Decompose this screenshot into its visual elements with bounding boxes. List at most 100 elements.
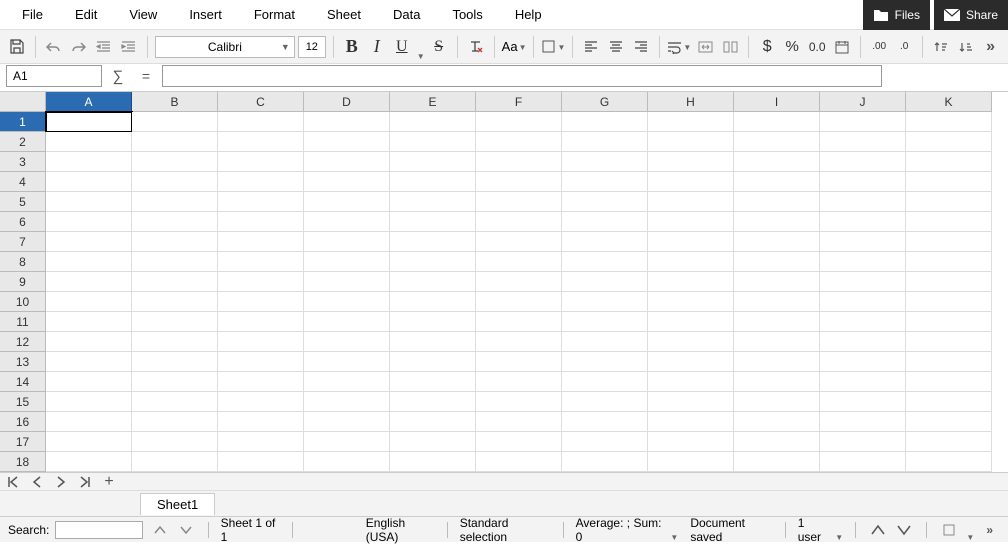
cell-G13[interactable] [562,352,648,372]
save-button[interactable] [6,36,28,58]
cell-B5[interactable] [132,192,218,212]
cell-A11[interactable] [46,312,132,332]
cell-I7[interactable] [734,232,820,252]
cell-C14[interactable] [218,372,304,392]
align-right-button[interactable] [630,36,652,58]
menu-view[interactable]: View [113,0,173,29]
formula-input[interactable] [162,65,882,87]
cell-A7[interactable] [46,232,132,252]
cell-F11[interactable] [476,312,562,332]
cell-C13[interactable] [218,352,304,372]
cell-F2[interactable] [476,132,562,152]
cell-G5[interactable] [562,192,648,212]
menu-format[interactable]: Format [238,0,311,29]
cell-E1[interactable] [390,112,476,132]
cell-E10[interactable] [390,292,476,312]
column-header-K[interactable]: K [906,92,992,112]
row-header-2[interactable]: 2 [0,132,46,152]
selection-mode[interactable]: Standard selection [460,516,551,544]
first-sheet-button[interactable] [4,474,22,490]
cell-E12[interactable] [390,332,476,352]
cell-G8[interactable] [562,252,648,272]
cell-F8[interactable] [476,252,562,272]
increase-indent-button[interactable] [118,36,140,58]
cell-G7[interactable] [562,232,648,252]
cell-H7[interactable] [648,232,734,252]
cell-D5[interactable] [304,192,390,212]
row-header-10[interactable]: 10 [0,292,46,312]
collapse-down-button[interactable] [894,519,914,541]
row-header-4[interactable]: 4 [0,172,46,192]
sort-asc-button[interactable] [930,36,952,58]
cell-E6[interactable] [390,212,476,232]
cell-G14[interactable] [562,372,648,392]
cell-K5[interactable] [906,192,992,212]
unmerge-cells-button[interactable] [719,36,741,58]
cell-A10[interactable] [46,292,132,312]
cell-G18[interactable] [562,452,648,472]
font-name-select[interactable]: Calibri ▼ [155,36,295,58]
undo-button[interactable] [43,36,65,58]
cell-E4[interactable] [390,172,476,192]
cell-E5[interactable] [390,192,476,212]
cell-E9[interactable] [390,272,476,292]
cell-I4[interactable] [734,172,820,192]
cell-A6[interactable] [46,212,132,232]
cell-H10[interactable] [648,292,734,312]
cell-B6[interactable] [132,212,218,232]
background-color-button[interactable]: ▼ [541,39,565,54]
row-header-1[interactable]: 1 [0,112,46,132]
cell-G17[interactable] [562,432,648,452]
cell-K16[interactable] [906,412,992,432]
cell-H17[interactable] [648,432,734,452]
cell-E15[interactable] [390,392,476,412]
cell-G3[interactable] [562,152,648,172]
cell-J2[interactable] [820,132,906,152]
cell-B16[interactable] [132,412,218,432]
cell-A1[interactable] [46,112,132,132]
chevron-down-icon[interactable]: ▼ [417,52,425,63]
cell-C7[interactable] [218,232,304,252]
merge-cells-button[interactable] [694,36,716,58]
menu-sheet[interactable]: Sheet [311,0,377,29]
cell-H5[interactable] [648,192,734,212]
decrease-indent-button[interactable] [93,36,115,58]
menu-tools[interactable]: Tools [436,0,498,29]
chevron-down-icon[interactable]: ▼ [670,533,678,542]
cell-H13[interactable] [648,352,734,372]
cell-H11[interactable] [648,312,734,332]
cell-E2[interactable] [390,132,476,152]
cell-K1[interactable] [906,112,992,132]
cell-C15[interactable] [218,392,304,412]
cell-D17[interactable] [304,432,390,452]
cell-C2[interactable] [218,132,304,152]
user-count[interactable]: 1 user [798,516,829,544]
search-prev-button[interactable] [149,519,169,541]
wrap-text-button[interactable]: ▼ [667,40,691,54]
cell-J14[interactable] [820,372,906,392]
chevron-down-icon[interactable]: ▼ [966,533,974,542]
cell-J11[interactable] [820,312,906,332]
menu-help[interactable]: Help [499,0,558,29]
cell-E7[interactable] [390,232,476,252]
percent-button[interactable]: % [781,36,803,58]
cell-A13[interactable] [46,352,132,372]
cell-J16[interactable] [820,412,906,432]
cell-B15[interactable] [132,392,218,412]
cell-K18[interactable] [906,452,992,472]
row-header-9[interactable]: 9 [0,272,46,292]
cell-H14[interactable] [648,372,734,392]
column-header-B[interactable]: B [132,92,218,112]
column-header-I[interactable]: I [734,92,820,112]
cell-D12[interactable] [304,332,390,352]
cell-J1[interactable] [820,112,906,132]
cell-K2[interactable] [906,132,992,152]
cell-K11[interactable] [906,312,992,332]
cell-K6[interactable] [906,212,992,232]
cell-C11[interactable] [218,312,304,332]
cell-D16[interactable] [304,412,390,432]
currency-button[interactable]: $ [756,36,778,58]
cell-D3[interactable] [304,152,390,172]
cell-A12[interactable] [46,332,132,352]
cell-H12[interactable] [648,332,734,352]
